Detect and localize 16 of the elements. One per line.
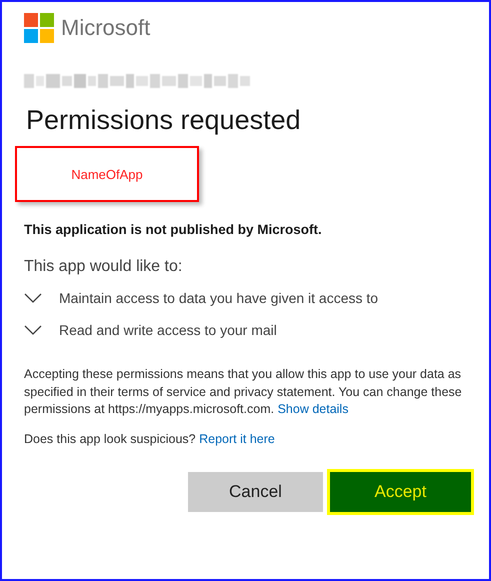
chevron-down-icon[interactable] bbox=[24, 325, 42, 335]
consent-paragraph: Accepting these permissions means that you allow this app to use your data as specified in their terms of service and privacy statement. You can change these permissions at https://myapps.microsoft.com. Show details bbox=[24, 366, 463, 418]
report-link[interactable]: Report it here bbox=[199, 432, 275, 446]
publisher-notice: This application is not published by Microsoft. bbox=[24, 222, 323, 237]
page-title: Permissions requested bbox=[26, 105, 302, 136]
brand-name: Microsoft bbox=[61, 15, 150, 41]
show-details-link[interactable]: Show details bbox=[278, 402, 348, 416]
chevron-down-icon[interactable] bbox=[24, 293, 42, 303]
permission-item: Read and write access to your mail bbox=[59, 322, 277, 338]
cancel-button[interactable]: Cancel bbox=[188, 472, 323, 512]
accept-button[interactable]: Accept bbox=[327, 469, 474, 515]
app-name: NameOfApp bbox=[71, 166, 143, 182]
suspicious-question: Does this app look suspicious? Report it here bbox=[24, 430, 276, 448]
permission-item: Maintain access to data you have given it access to bbox=[59, 290, 378, 306]
intro-text: This app would like to: bbox=[24, 258, 184, 276]
microsoft-logo-icon bbox=[24, 13, 54, 43]
